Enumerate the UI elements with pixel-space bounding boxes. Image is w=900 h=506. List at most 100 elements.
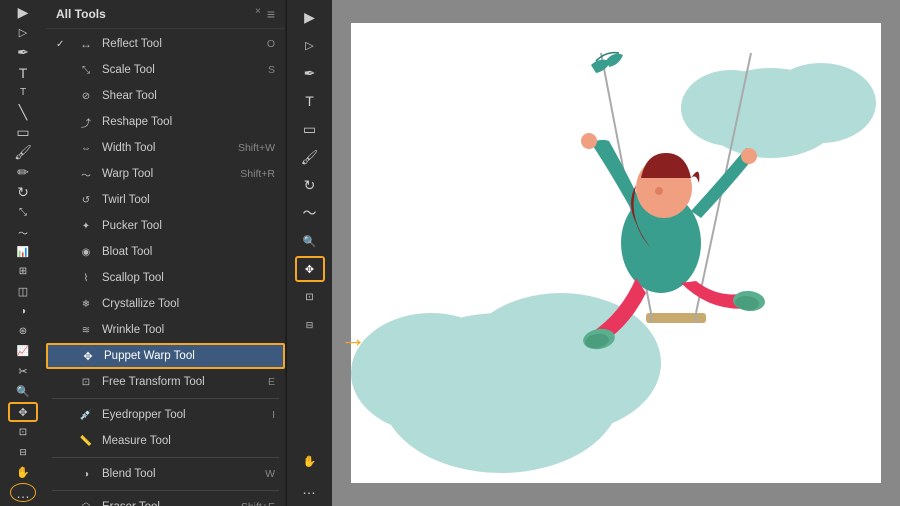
arrow-indicator: →: [340, 323, 366, 354]
tool-icon-crystallize: ❄: [78, 296, 94, 312]
rotate-tool[interactable]: ↻: [8, 183, 38, 201]
tool-icon-warp: 〜: [78, 166, 94, 182]
scale-left-tool[interactable]: ⤡: [8, 203, 38, 221]
left-toolbar: ▶ ▷ ✒ T T‌ ╲ ▭ 🖌 ✏ ↻ ⤡ 〜 📊 ⊞ ◫ ◑ ⊛ 📈 ✂ 🔍…: [0, 0, 46, 506]
tool-shortcut-reflect: O: [267, 38, 275, 50]
rt-warp[interactable]: 〜: [295, 200, 325, 226]
graph-tool[interactable]: 📊: [8, 243, 38, 261]
list-item[interactable]: ⇔ Width Tool Shift+W: [46, 135, 285, 161]
rt-zoom[interactable]: 🔍: [295, 228, 325, 254]
tool-shortcut-width: Shift+W: [238, 142, 275, 154]
panel-close-button[interactable]: ×: [255, 6, 261, 22]
rt-pen[interactable]: ✒: [295, 60, 325, 86]
divider: [52, 398, 279, 399]
tool-icon-wrinkle: ≋: [78, 322, 94, 338]
tool-icon-reshape: ⤴: [78, 114, 94, 130]
hand-tool[interactable]: ✋: [8, 463, 38, 481]
tool-icon-measure: 📏: [78, 433, 94, 449]
column-graph-tool[interactable]: 📈: [8, 343, 38, 361]
panel-header-icons: × ≡: [255, 6, 275, 22]
list-item[interactable]: 〜 Warp Tool Shift+R: [46, 161, 285, 187]
rt-puppet-warp[interactable]: ✥: [295, 256, 325, 282]
tool-name-shear: Shear Tool: [102, 90, 267, 102]
checked-icon: ✓: [56, 39, 70, 50]
tool-name-crystallize: Crystallize Tool: [102, 298, 267, 310]
list-item[interactable]: ◑ Blend Tool W: [46, 461, 285, 487]
list-item[interactable]: ≋ Wrinkle Tool: [46, 317, 285, 343]
rt-selection[interactable]: ▶: [295, 4, 325, 30]
rt-more[interactable]: …: [295, 476, 325, 502]
list-item[interactable]: ↺ Twirl Tool: [46, 187, 285, 213]
list-item[interactable]: ✦ Pucker Tool: [46, 213, 285, 239]
puppet-warp-tool-item[interactable]: ✥ Puppet Warp Tool: [46, 343, 285, 369]
tool-name-free-transform: Free Transform Tool: [102, 376, 260, 388]
type-tool[interactable]: T: [8, 64, 38, 82]
list-item[interactable]: ⤴ Reshape Tool: [46, 109, 285, 135]
panel-header: All Tools × ≡: [46, 0, 285, 29]
blend-left-tool[interactable]: ◑: [8, 303, 38, 321]
artboard-tool[interactable]: ⊡: [8, 424, 38, 442]
tool-name-wrinkle: Wrinkle Tool: [102, 324, 267, 336]
zoom-tool[interactable]: 🔍: [8, 383, 38, 401]
tool-icon-bloat: ◉: [78, 244, 94, 260]
rt-slices[interactable]: ⊟: [295, 312, 325, 338]
pencil-tool[interactable]: ✏: [8, 163, 38, 181]
rt-hand[interactable]: ✋: [295, 448, 325, 474]
tool-icon-puppet-warp: ✥: [80, 348, 96, 364]
pen-tool[interactable]: ✒: [8, 44, 38, 62]
tool-name-blend: Blend Tool: [102, 468, 257, 480]
divider: [52, 490, 279, 491]
list-item[interactable]: ◉ Bloat Tool: [46, 239, 285, 265]
more-tools[interactable]: …: [10, 483, 36, 502]
list-item[interactable]: ✓ ↔ Reflect Tool O: [46, 31, 285, 57]
rt-rect[interactable]: ▭: [295, 116, 325, 142]
tool-name-scallop: Scallop Tool: [102, 272, 267, 284]
warp-left-tool[interactable]: 〜: [8, 223, 38, 241]
touch-type-tool[interactable]: T‌: [8, 84, 38, 102]
tool-name-bloat: Bloat Tool: [102, 246, 267, 258]
symbol-tool[interactable]: ⊛: [8, 323, 38, 341]
direct-selection-tool[interactable]: ▷: [8, 24, 38, 42]
tool-name-reshape: Reshape Tool: [102, 116, 267, 128]
tool-icon-shear: ⊘: [78, 88, 94, 104]
tool-icon-scallop: ⌇: [78, 270, 94, 286]
tool-name-puppet-warp: Puppet Warp Tool: [104, 350, 265, 362]
rt-artboard[interactable]: ⊡: [295, 284, 325, 310]
canvas-white: [351, 23, 881, 483]
list-item[interactable]: ⊘ Shear Tool: [46, 83, 285, 109]
list-item[interactable]: ⬡ Eraser Tool Shift+E: [46, 494, 285, 506]
list-item[interactable]: ⊡ Free Transform Tool E: [46, 369, 285, 395]
list-item[interactable]: ❄ Crystallize Tool: [46, 291, 285, 317]
tool-icon-scale: ⤡: [78, 62, 94, 78]
list-item[interactable]: ⤡ Scale Tool S: [46, 57, 285, 83]
slice-select-tool[interactable]: ⊟: [8, 444, 38, 462]
tool-icon-eraser: ⬡: [78, 499, 94, 506]
rt-type[interactable]: T: [295, 88, 325, 114]
panel-menu-button[interactable]: ≡: [267, 6, 275, 22]
tool-shortcut-eyedropper: I: [272, 409, 275, 421]
rt-rotate[interactable]: ↻: [295, 172, 325, 198]
rt-direct[interactable]: ▷: [295, 32, 325, 58]
list-item[interactable]: 💉 Eyedropper Tool I: [46, 402, 285, 428]
puppet-warp-left[interactable]: ✥: [8, 402, 38, 421]
illustration-svg: [351, 23, 881, 483]
tool-icon-width: ⇔: [78, 140, 94, 156]
tool-icon-free-transform: ⊡: [78, 374, 94, 390]
mesh-tool[interactable]: ⊞: [8, 263, 38, 281]
all-tools-panel: All Tools × ≡ ✓ ↔ Reflect Tool O ⤡ Scale…: [46, 0, 286, 506]
paintbrush-tool[interactable]: 🖌: [8, 143, 38, 161]
rt-brush[interactable]: 🖌: [295, 144, 325, 170]
rectangle-tool[interactable]: ▭: [8, 124, 38, 142]
line-tool[interactable]: ╲: [8, 104, 38, 122]
tool-name-warp: Warp Tool: [102, 168, 232, 180]
tool-shortcut-warp: Shift+R: [240, 168, 275, 180]
selection-tool[interactable]: ▶: [8, 4, 38, 22]
list-item[interactable]: 📏 Measure Tool: [46, 428, 285, 454]
canvas-area: →: [332, 0, 900, 506]
gradient-tool[interactable]: ◫: [8, 283, 38, 301]
tool-name-eraser: Eraser Tool: [102, 501, 233, 506]
panel-title: All Tools: [56, 7, 106, 21]
slice-tool[interactable]: ✂: [8, 363, 38, 381]
tool-icon-blend: ◑: [78, 466, 94, 482]
list-item[interactable]: ⌇ Scallop Tool: [46, 265, 285, 291]
